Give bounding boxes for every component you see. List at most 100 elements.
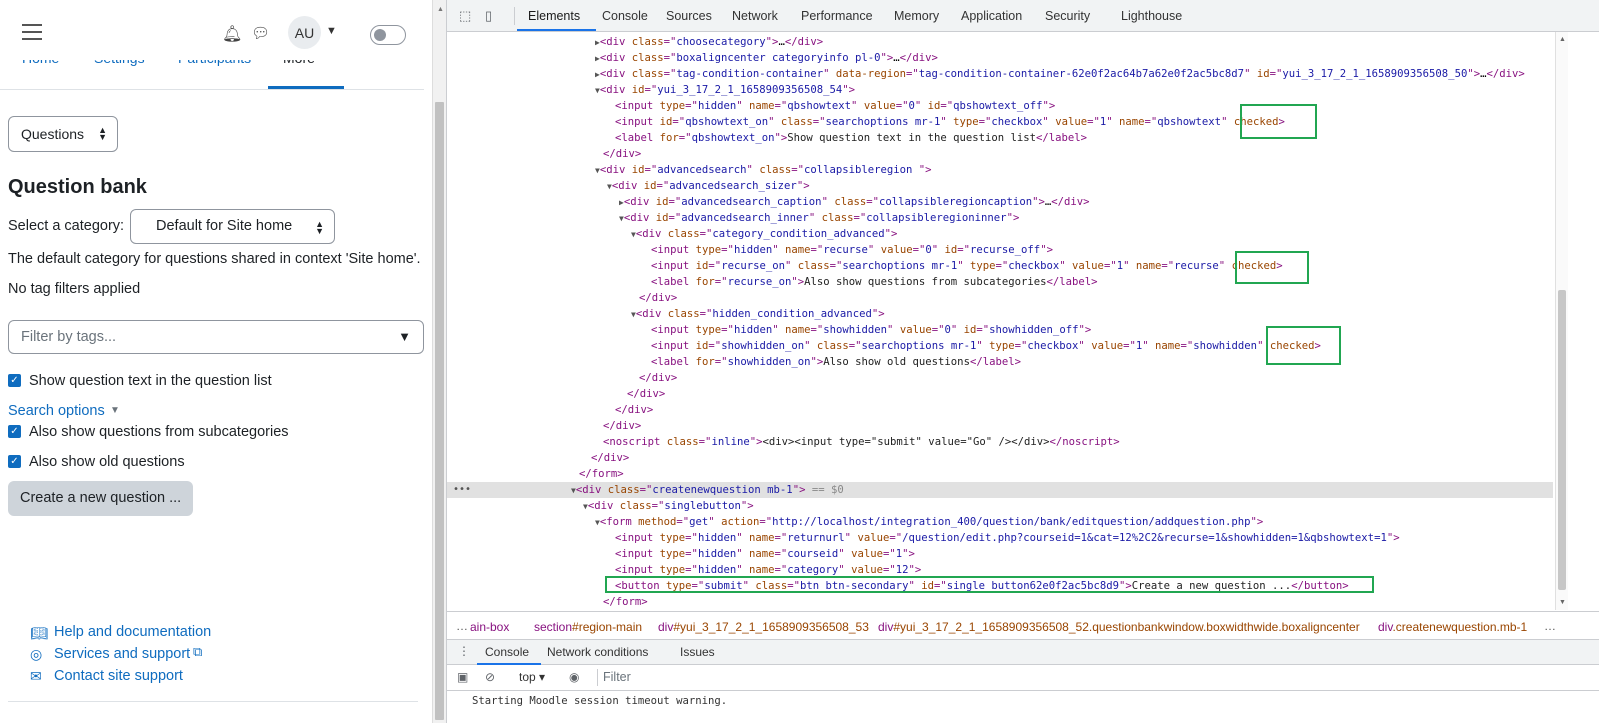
envelope-icon: ✉	[30, 668, 42, 684]
tab-performance[interactable]: Performance	[801, 9, 873, 23]
dom-node[interactable]: </div>	[447, 386, 1553, 402]
notifications-bell-icon[interactable]: 🔔︎	[222, 24, 242, 44]
tab-network[interactable]: Network	[732, 9, 778, 23]
dom-node[interactable]: <input id="qbshowtext_on" class="searcho…	[447, 114, 1553, 130]
external-link-icon: ⧉	[193, 644, 203, 659]
device-toolbar-icon[interactable]: ▯	[485, 8, 492, 24]
dom-node[interactable]: ▼<div class="category_condition_advanced…	[447, 226, 1553, 242]
services-support-link[interactable]: Services and support	[54, 646, 190, 662]
tab-issues[interactable]: Issues	[680, 645, 715, 659]
subcategories-checkbox[interactable]: ✓	[8, 425, 21, 438]
dom-node[interactable]: ▶<div id="advancedsearch_caption" class=…	[447, 194, 1553, 210]
inspect-element-icon[interactable]: ⬚	[459, 8, 471, 24]
more-breadcrumbs-icon[interactable]: …	[456, 619, 468, 633]
dom-node[interactable]: <label for="qbshowtext_on">Show question…	[447, 130, 1553, 146]
breadcrumb-item[interactable]: section#region-main	[534, 620, 642, 634]
tag-filter-input[interactable]: Filter by tags... ▼	[8, 320, 424, 354]
tab-memory[interactable]: Memory	[894, 9, 939, 23]
tab-lighthouse[interactable]: Lighthouse	[1121, 9, 1182, 23]
tab-console[interactable]: Console	[602, 9, 648, 23]
clear-console-icon[interactable]: ⊘	[485, 670, 495, 684]
dom-node[interactable]: ▼<div class="hidden_condition_advanced">	[447, 306, 1553, 322]
dom-node[interactable]: <input type="hidden" name="courseid" val…	[447, 546, 1553, 562]
dropdown-arrow-icon[interactable]: ▼	[398, 329, 411, 344]
footer-divider	[8, 701, 418, 702]
dom-node[interactable]: </form>	[447, 594, 1553, 610]
moodle-page: Home Settings Participants More 🔔︎ 💬︎ AU…	[0, 0, 432, 723]
dom-node[interactable]: <input type="hidden" name="showhidden" v…	[447, 322, 1553, 338]
dom-node[interactable]: ▼<div id="advancedsearch_sizer">	[447, 178, 1553, 194]
old-questions-checkbox[interactable]: ✓	[8, 455, 21, 468]
dom-node[interactable]: ▼<div id="yui_3_17_2_1_1658909356508_54"…	[447, 82, 1553, 98]
console-filter-input[interactable]: Filter	[603, 670, 631, 684]
dom-node[interactable]: <input type="hidden" name="recurse" valu…	[447, 242, 1553, 258]
search-options-link[interactable]: Search options	[8, 403, 105, 419]
contact-site-support-link[interactable]: Contact site support	[54, 668, 183, 684]
show-question-text-label[interactable]: Show question text in the question list	[29, 373, 272, 389]
dom-node[interactable]: <noscript class="inline"><div><input typ…	[447, 434, 1553, 450]
dom-node[interactable]: <button type="submit" class="btn btn-sec…	[447, 578, 1553, 594]
tab-sources[interactable]: Sources	[666, 9, 712, 23]
dom-node[interactable]: <input type="hidden" name="category" val…	[447, 562, 1553, 578]
dom-node[interactable]: </div>	[447, 146, 1553, 162]
avatar[interactable]: AU	[288, 16, 321, 49]
lifebuoy-icon: ◎	[30, 646, 43, 662]
dom-node[interactable]: ▶<div class="tag-condition-container" da…	[447, 66, 1553, 82]
dom-node[interactable]: <input id="showhidden_on" class="searcho…	[447, 338, 1553, 354]
subcategories-label[interactable]: Also show questions from subcategories	[29, 424, 289, 440]
tab-elements[interactable]: Elements	[528, 9, 580, 23]
messages-icon[interactable]: 💬︎	[251, 24, 270, 42]
active-tab-indicator	[517, 29, 596, 31]
tab-network-conditions[interactable]: Network conditions	[547, 645, 648, 659]
devtools-toolbar: ⬚ ▯ Elements Console Sources Network Per…	[447, 0, 1599, 32]
breadcrumb-item[interactable]: ain-box	[470, 620, 509, 634]
dom-node[interactable]: <input type="hidden" name="qbshowtext" v…	[447, 98, 1553, 114]
dom-node[interactable]: ▼<div class="singlebutton">	[447, 498, 1553, 514]
select-value: Default for Site home	[156, 218, 293, 234]
dom-node[interactable]: </div>	[447, 290, 1553, 306]
dom-node[interactable]: <label for="showhidden_on">Also show old…	[447, 354, 1553, 370]
menu-icon[interactable]	[22, 24, 42, 40]
dom-tree[interactable]: ▶<div class="choosecategory">…</div> ▶<d…	[447, 32, 1555, 610]
dom-node[interactable]: </div>	[447, 418, 1553, 434]
more-options-icon[interactable]: •••	[453, 482, 471, 498]
select-value: Questions	[21, 126, 85, 142]
page-scrollbar[interactable]: ▲	[432, 0, 446, 723]
dom-node[interactable]: </form>	[447, 466, 1553, 482]
dom-node[interactable]: ▼<div id="advancedsearch" class="collaps…	[447, 162, 1553, 178]
more-breadcrumbs-icon[interactable]: …	[1544, 619, 1556, 633]
eye-icon[interactable]: ◉	[569, 670, 579, 684]
show-question-text-checkbox[interactable]: ✓	[8, 374, 21, 387]
dom-node[interactable]: ▶<div class="choosecategory">…</div>	[447, 34, 1553, 50]
tag-filter-placeholder: Filter by tags...	[21, 329, 117, 345]
old-questions-label[interactable]: Also show old questions	[29, 454, 185, 470]
breadcrumb-item[interactable]: div.createnewquestion.mb-1	[1378, 620, 1527, 634]
question-bank-nav-select[interactable]: Questions ▲ ▼	[8, 116, 118, 152]
dom-node-selected[interactable]: ▼<div class="createnewquestion mb-1"> ==…	[447, 482, 1553, 498]
tab-security[interactable]: Security	[1045, 9, 1090, 23]
dom-node[interactable]: </div>	[447, 402, 1553, 418]
dom-node[interactable]: </div>	[447, 370, 1553, 386]
context-selector[interactable]: top ▾	[519, 670, 545, 684]
help-documentation-link[interactable]: Help and documentation	[54, 624, 211, 640]
dom-node[interactable]: </div>	[447, 450, 1553, 466]
dom-node[interactable]: ▼<div id="advancedsearch_inner" class="c…	[447, 210, 1553, 226]
chevron-down-icon[interactable]: ▼	[326, 25, 337, 37]
dom-node[interactable]: <label for="recurse_on">Also show questi…	[447, 274, 1553, 290]
tab-console-drawer[interactable]: Console	[485, 645, 529, 659]
breadcrumb-item[interactable]: div#yui_3_17_2_1_1658909356508_53	[658, 620, 869, 634]
category-select[interactable]: Default for Site home ▲ ▼	[130, 209, 335, 244]
dom-node[interactable]: <input id="recurse_on" class="searchopti…	[447, 258, 1553, 274]
dom-node[interactable]: ▶<div class="boxaligncenter categoryinfo…	[447, 50, 1553, 66]
dom-node[interactable]: <input type="hidden" name="returnurl" va…	[447, 530, 1553, 546]
breadcrumb-item[interactable]: div#yui_3_17_2_1_1658909356508_52.questi…	[878, 620, 1360, 634]
dom-tree-scrollbar[interactable]: ▲ ▼	[1555, 32, 1568, 610]
chevron-down-icon[interactable]: ▼	[110, 405, 120, 416]
drawer-menu-icon[interactable]: ⋮	[458, 644, 470, 658]
tab-application[interactable]: Application	[961, 9, 1022, 23]
create-new-question-button[interactable]: Create a new question ...	[8, 481, 193, 516]
dom-node[interactable]: ▼<form method="get" action="http://local…	[447, 514, 1553, 530]
edit-mode-toggle[interactable]	[370, 25, 406, 45]
sidebar-toggle-icon[interactable]: ▣	[457, 670, 468, 684]
select-arrows-icon: ▲ ▼	[98, 125, 107, 142]
